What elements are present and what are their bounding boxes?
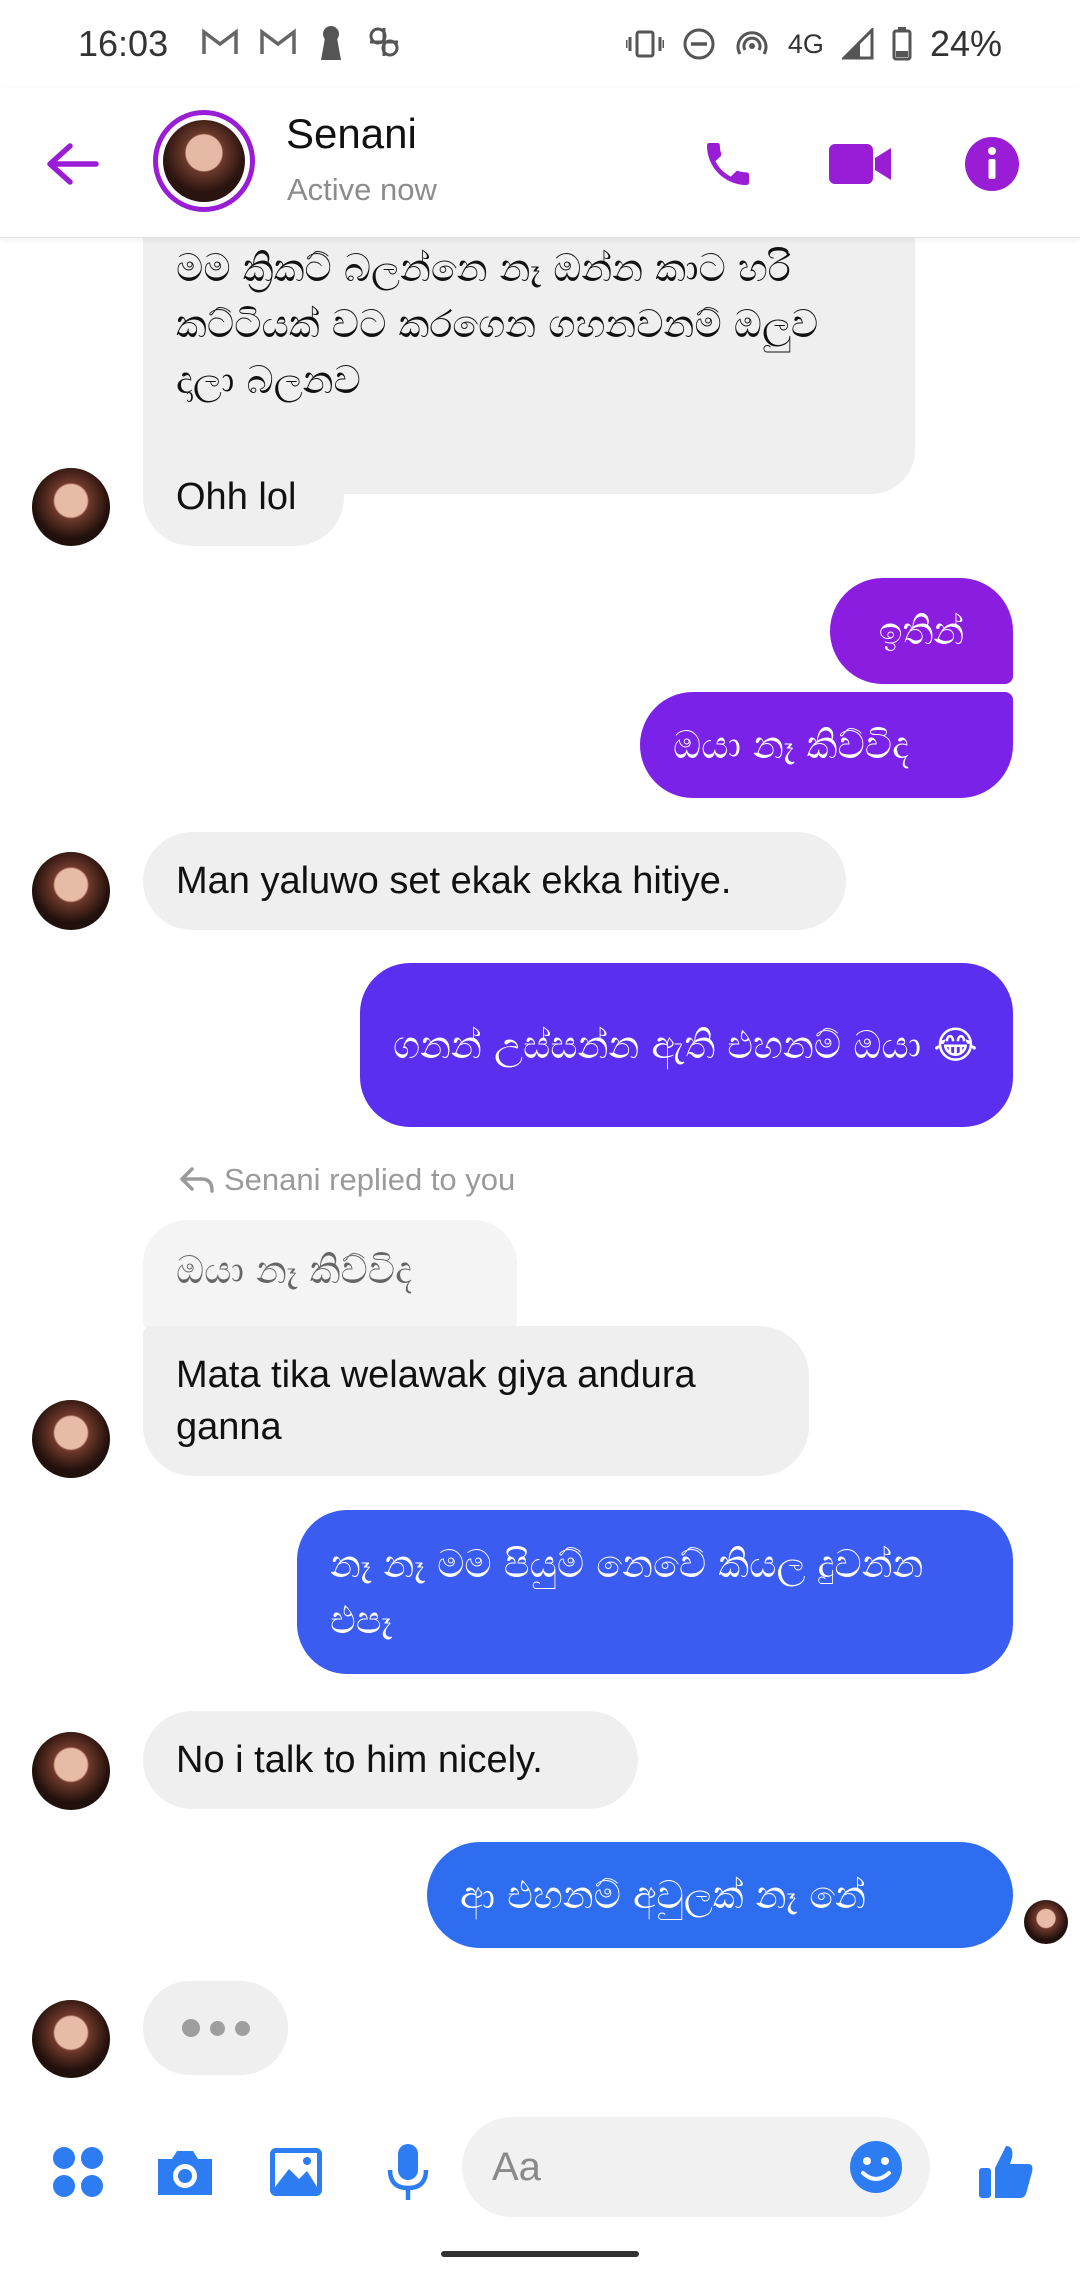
network-type-label: 4G: [787, 28, 824, 59]
quoted-message-text: ඔයා නෑ කිව්විද: [176, 1248, 412, 1292]
status-time: 16:03: [78, 23, 169, 64]
gmail-notification-icon: [202, 28, 238, 61]
voice-call-button[interactable]: [692, 128, 764, 200]
video-camera-icon: [829, 144, 891, 184]
contact-name[interactable]: Senani: [286, 110, 417, 158]
message-text: Man yaluwo set ekak ekka hitiye.: [176, 860, 732, 902]
message-text: Ohh lol: [176, 476, 297, 518]
reply-arrow-icon: [180, 1167, 214, 1193]
message-bubble-outgoing[interactable]: ඉතින්: [830, 578, 1013, 684]
message-composer: [0, 2100, 1080, 2230]
message-text: නෑ නෑ මම පියුම් නෙවේ කියල දුවන්න එපෑ: [330, 1542, 924, 1642]
message-input[interactable]: [492, 2117, 812, 2217]
sender-avatar[interactable]: [32, 2000, 110, 2078]
info-icon: [965, 137, 1019, 191]
message-text: ඔයා නෑ කිව්විද: [673, 723, 909, 767]
message-text: ගනන් උස්සන්න ඇති එහනම් ඔයා 😂: [393, 1023, 978, 1067]
conversation-info-button[interactable]: [956, 128, 1028, 200]
sender-avatar[interactable]: [32, 1732, 110, 1810]
message-text: ඉතින්: [878, 609, 965, 653]
home-indicator[interactable]: [441, 2251, 639, 2257]
four-dots-icon: [53, 2147, 103, 2197]
sender-avatar[interactable]: [32, 1400, 110, 1478]
signal-icon: [841, 28, 874, 60]
message-list[interactable]: මම ක්‍රිකට් බලන්නෙ නෑ ඔන්න කාට හරි කට්ටි…: [0, 218, 1080, 2100]
voice-message-button[interactable]: [376, 2140, 440, 2204]
camera-icon: [158, 2151, 212, 2195]
pinwheel-icon: [366, 24, 402, 65]
battery-percent: 24%: [929, 23, 1002, 64]
vibrate-icon: [625, 29, 664, 59]
typing-indicator: [143, 1981, 288, 2075]
battery-icon: [892, 27, 912, 61]
message-bubble-outgoing[interactable]: ඔයා නෑ කිව්විද: [640, 692, 1013, 798]
message-bubble-outgoing[interactable]: ආ එහනම් අවුලක් නෑ නේ: [427, 1842, 1013, 1948]
contact-avatar[interactable]: [153, 110, 255, 212]
conversation-header: Senani Active now: [0, 88, 1080, 238]
message-input-field[interactable]: [462, 2117, 930, 2217]
keyhole-icon: [318, 24, 344, 65]
gmail-notification-icon: [260, 28, 296, 61]
quoted-message[interactable]: ඔයා නෑ කිව්විද: [143, 1220, 517, 1330]
message-text: ආ එහනම් අවුලක් නෑ නේ: [460, 1873, 866, 1917]
sender-avatar[interactable]: [32, 468, 110, 546]
phone-icon: [707, 143, 749, 185]
image-icon: [270, 2148, 322, 2196]
sender-avatar[interactable]: [32, 852, 110, 930]
reply-label-text: Senani replied to you: [224, 1162, 516, 1197]
message-bubble-incoming[interactable]: Ohh lol: [143, 448, 344, 546]
camera-button[interactable]: [153, 2140, 217, 2204]
seen-receipt-avatar: [1024, 1900, 1068, 1944]
message-bubble-incoming[interactable]: Mata tika welawak giya andura ganna: [143, 1326, 809, 1476]
message-bubble-incoming[interactable]: Man yaluwo set ekak ekka hitiye.: [143, 832, 846, 930]
back-button[interactable]: [40, 132, 104, 196]
arrow-left-icon: [47, 143, 99, 185]
message-bubble-outgoing[interactable]: ගනන් උස්සන්න ඇති එහනම් ඔයා 😂: [360, 963, 1013, 1127]
message-bubble-incoming[interactable]: No i talk to him nicely.: [143, 1711, 638, 1809]
message-bubble-outgoing[interactable]: නෑ නෑ මම පියුම් නෙවේ කියල දුවන්න එපෑ: [297, 1510, 1013, 1674]
more-actions-button[interactable]: [46, 2140, 110, 2204]
video-call-button[interactable]: [824, 128, 896, 200]
do-not-disturb-icon: [682, 27, 716, 61]
emoji-button[interactable]: [846, 2137, 906, 2197]
like-button[interactable]: [974, 2140, 1038, 2204]
message-text: Mata tika welawak giya andura ganna: [176, 1354, 696, 1448]
gallery-button[interactable]: [264, 2140, 328, 2204]
message-text: No i talk to him nicely.: [176, 1739, 543, 1781]
reply-indicator: Senani replied to you: [180, 1162, 515, 1198]
microphone-icon: [387, 2144, 429, 2200]
status-bar: 16:03 4G 24%: [0, 0, 1080, 88]
message-text: මම ක්‍රිකට් බලන්නෙ නෑ ඔන්න කාට හරි කට්ටි…: [176, 246, 819, 402]
smiley-icon: [850, 2141, 902, 2193]
thumbs-up-icon: [979, 2146, 1033, 2198]
hotspot-icon: [734, 28, 770, 60]
contact-active-status: Active now: [287, 172, 437, 207]
